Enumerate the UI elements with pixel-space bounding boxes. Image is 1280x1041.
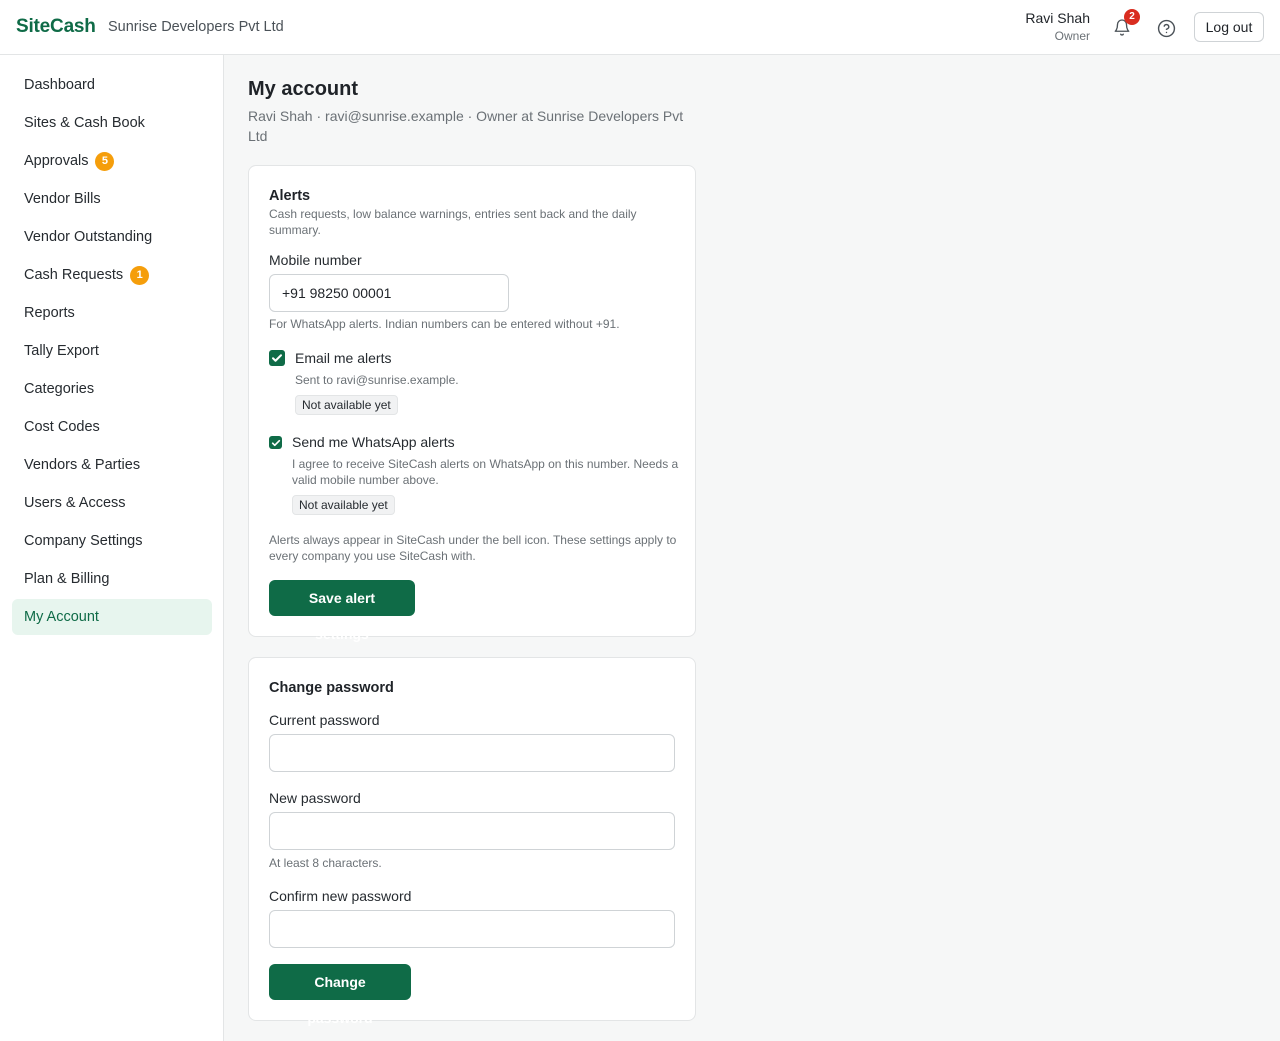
confirm-password-label: Confirm new password (269, 888, 412, 904)
sidebar-item-label: Company Settings (24, 533, 143, 549)
sidebar-item-cost-codes[interactable]: Cost Codes (12, 409, 212, 445)
sidebar-item-label: Plan & Billing (24, 571, 110, 587)
sidebar-item-vendor-bills[interactable]: Vendor Bills (12, 181, 212, 217)
sidebar-item-sites-cash-book[interactable]: Sites & Cash Book (12, 105, 212, 141)
user-name: Ravi Shah (1025, 10, 1090, 26)
sidebar-item-label: Users & Access (24, 495, 126, 511)
sidebar-item-categories[interactable]: Categories (12, 371, 212, 407)
sidebar-item-approvals[interactable]: Approvals 5 (12, 143, 212, 179)
help-button[interactable] (1155, 17, 1177, 39)
alerts-description: Cash requests, low balance warnings, ent… (269, 207, 637, 237)
new-password-hint: At least 8 characters. (269, 856, 382, 870)
new-password-input[interactable] (269, 812, 675, 850)
mobile-number-hint: For WhatsApp alerts. Indian numbers can … (269, 317, 620, 331)
sidebar-item-label: Vendor Outstanding (24, 229, 153, 245)
sidebar-item-label: Vendors & Parties (24, 457, 141, 473)
email-alerts-checkbox[interactable] (269, 350, 285, 366)
current-password-label: Current password (269, 712, 380, 728)
confirm-password-input[interactable] (269, 910, 675, 948)
sidebar-item-cash-requests[interactable]: Cash Requests 1 (12, 257, 212, 293)
checkmark-icon (271, 439, 280, 446)
sidebar-item-vendor-outstanding[interactable]: Vendor Outstanding (12, 219, 212, 255)
mobile-number-input[interactable] (269, 274, 509, 312)
logout-button[interactable]: Log out (1194, 12, 1264, 42)
help-circle-icon (1157, 19, 1175, 37)
email-alerts-label[interactable]: Email me alerts (295, 350, 391, 366)
page-subtitle: Ravi Shah · ravi@sunrise.example · Owner… (248, 108, 684, 144)
whatsapp-alerts-checkbox[interactable] (269, 436, 282, 449)
sidebar-item-label: Vendor Bills (24, 191, 101, 207)
sidebar: Dashboard Sites & Cash Book Approvals 5 … (0, 55, 224, 1041)
sidebar-item-dashboard[interactable]: Dashboard (12, 67, 212, 103)
checkmark-icon (272, 354, 282, 362)
sidebar-item-label: Cost Codes (24, 419, 100, 435)
alerts-title: Alerts (269, 188, 311, 204)
approvals-count-badge: 5 (95, 151, 115, 171)
sidebar-item-label: Approvals (24, 153, 89, 169)
whatsapp-alerts-label[interactable]: Send me WhatsApp alerts (292, 434, 455, 450)
user-role: Owner (1054, 29, 1090, 43)
new-password-label: New password (269, 790, 361, 806)
brand-logo[interactable]: SiteCash (16, 16, 96, 38)
mobile-number-label: Mobile number (269, 252, 362, 268)
top-bar: SiteCash Sunrise Developers Pvt Ltd Ravi… (0, 0, 1280, 55)
sidebar-item-label: Tally Export (24, 343, 99, 359)
sidebar-item-my-account[interactable]: My Account (12, 599, 212, 635)
email-alerts-hint: Sent to ravi@sunrise.example. (295, 373, 459, 387)
notification-count-badge: 2 (1124, 9, 1140, 25)
change-password-title: Change password (269, 680, 394, 696)
sidebar-item-label: Cash Requests (24, 267, 124, 283)
cash-requests-count-badge: 1 (130, 265, 150, 285)
user-info: Ravi Shah Owner (1025, 10, 1090, 43)
whatsapp-alerts-hint: I agree to receive SiteCash alerts on Wh… (292, 457, 679, 487)
whatsapp-alerts-status-badge: Not available yet (292, 495, 395, 515)
sidebar-item-label: Sites & Cash Book (24, 115, 145, 131)
sidebar-item-users-access[interactable]: Users & Access (12, 485, 212, 521)
sidebar-item-vendors-parties[interactable]: Vendors & Parties (12, 447, 212, 483)
sidebar-item-reports[interactable]: Reports (12, 295, 212, 331)
sidebar-item-tally-export[interactable]: Tally Export (12, 333, 212, 369)
sidebar-item-label: Dashboard (24, 77, 95, 93)
sidebar-item-label: Categories (24, 381, 95, 397)
sidebar-item-plan-billing[interactable]: Plan & Billing (12, 561, 212, 597)
change-password-card: Change password Current password New pas… (248, 657, 696, 1026)
company-name: Sunrise Developers Pvt Ltd (108, 19, 284, 35)
sidebar-item-label: Reports (24, 305, 75, 321)
sidebar-item-company-settings[interactable]: Company Settings (12, 523, 212, 559)
change-password-button[interactable]: Change password (269, 964, 411, 1026)
current-password-input[interactable] (269, 734, 675, 772)
page-title: My account (248, 78, 359, 100)
sidebar-nav: Dashboard Sites & Cash Book Approvals 5 … (12, 67, 212, 637)
email-alerts-status-badge: Not available yet (295, 395, 398, 415)
alerts-card: Alerts Cash requests, low balance warnin… (248, 165, 696, 642)
save-alert-settings-button[interactable]: Save alert settings (269, 580, 415, 642)
alerts-footer-note: Alerts always appear in SiteCash under t… (269, 533, 677, 563)
sidebar-item-label: My Account (24, 609, 99, 625)
